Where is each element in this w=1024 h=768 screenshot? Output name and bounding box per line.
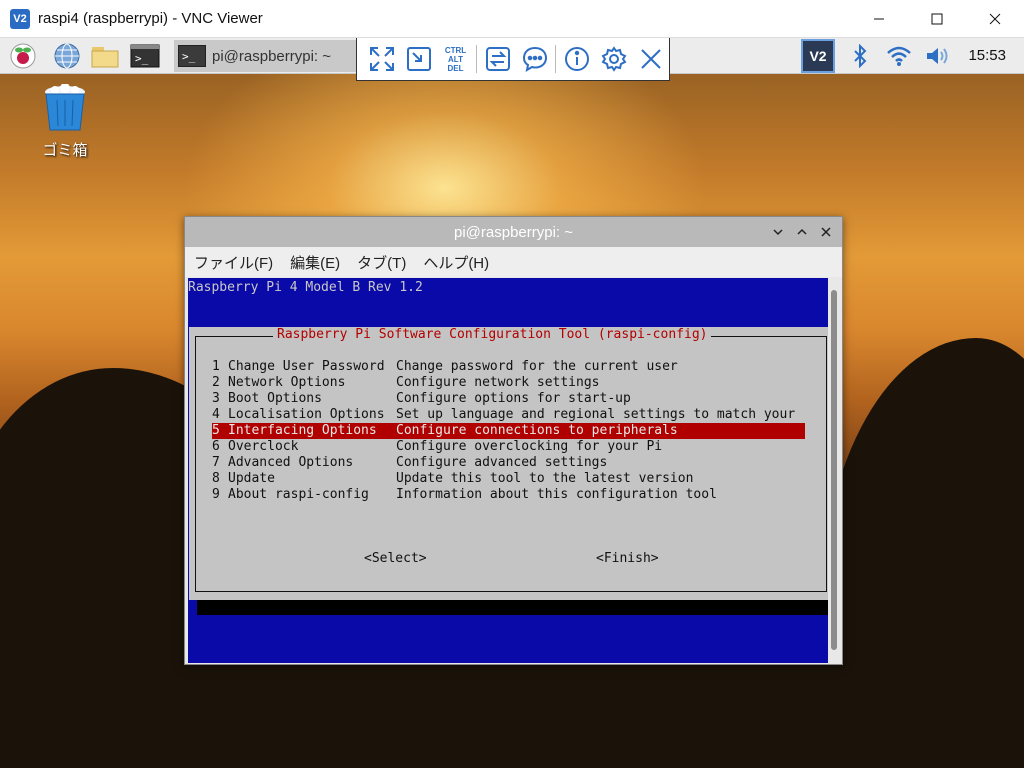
menu-item-4[interactable]: 4 Localisation Options Set up language and… [212, 407, 805, 423]
menu-item-description: Configure connections to peripherals [396, 423, 678, 438]
trash-label: ゴミ箱 [42, 142, 88, 159]
close-toolbar-icon[interactable] [632, 41, 669, 78]
terminal-titlebar[interactable]: pi@raspberrypi: ~ [185, 217, 842, 247]
menu-item-9[interactable]: 9 About raspi-config Information about thi… [212, 487, 805, 503]
menu-help[interactable]: ヘルプ(H) [423, 252, 489, 273]
system-model-line: Raspberry Pi 4 Model B Rev 1.2 [188, 280, 423, 295]
menu-tabs[interactable]: タブ(T) [357, 252, 406, 273]
menu-item-description: Change password for the current user [396, 359, 678, 374]
menu-item-name: Boot Options [228, 391, 322, 406]
menu-item-description: Information about this configuration too… [396, 487, 717, 502]
taskbar-clock: 15:53 [968, 47, 1006, 64]
terminal-menubar: ファイル(F) 編集(E) タブ(T) ヘルプ(H) [185, 247, 842, 277]
menu-item-number: 9 [212, 487, 220, 502]
menu-item-description: Configure overclocking for your Pi [396, 439, 663, 454]
maximize-icon[interactable] [908, 0, 966, 38]
menu-item-number: 7 [212, 455, 220, 470]
terminal-minimize-icon[interactable] [770, 224, 786, 240]
wallpaper-stupa-silhouette [40, 448, 80, 558]
wifi-icon[interactable] [884, 38, 914, 74]
terminal-icon[interactable]: >_ [130, 41, 160, 71]
terminal-screen[interactable]: Raspberry Pi 4 Model B Rev 1.2 Raspberry… [188, 278, 830, 663]
select-button[interactable]: <Select> [364, 551, 427, 566]
menu-item-name: Change User Password [228, 359, 385, 374]
minimize-icon[interactable] [850, 0, 908, 38]
task-label: pi@raspberrypi: ~ [212, 47, 332, 65]
scale-icon[interactable] [400, 41, 437, 78]
menu-item-7[interactable]: 7 Advanced Options Configure advanced sett… [212, 455, 805, 471]
menu-item-description: Set up language and regional settings to… [396, 407, 796, 422]
vnc-viewer-app-icon: V2 [10, 8, 30, 29]
alt-label: ALT [448, 54, 463, 64]
menu-item-name: About raspi-config [228, 487, 369, 502]
menu-item-name: Localisation Options [228, 407, 385, 422]
dialog-title: Raspberry Pi Software Configuration Tool… [273, 327, 712, 342]
desktop-trash[interactable]: ゴミ箱 [30, 83, 100, 160]
menu-file[interactable]: ファイル(F) [194, 252, 273, 273]
vnc-server-icon[interactable]: V2 [800, 38, 836, 74]
menu-item-number: 5 [212, 423, 220, 438]
window-title: raspi4 (raspberrypi) - VNC Viewer [38, 10, 263, 27]
settings-icon[interactable] [595, 41, 632, 78]
window-controls [850, 0, 1024, 38]
vnc-viewer-titlebar: V2 raspi4 (raspberrypi) - VNC Viewer [0, 0, 1024, 38]
menu-item-number: 1 [212, 359, 220, 374]
menu-item-number: 8 [212, 471, 220, 486]
vnc-toolbar: CTRL ALT DEL [356, 38, 670, 81]
menu-item-1[interactable]: 1 Change User Password Change password for… [212, 359, 805, 375]
file-manager-icon[interactable] [90, 41, 120, 71]
chat-icon[interactable] [516, 41, 553, 78]
trash-icon [45, 83, 85, 131]
terminal-maximize-icon[interactable] [794, 224, 810, 240]
menu-item-number: 6 [212, 439, 220, 454]
raspberry-menu-icon[interactable] [8, 41, 38, 71]
menu-item-number: 4 [212, 407, 220, 422]
terminal-window: pi@raspberrypi: ~ ファイル(F) 編集(E) タブ(T) ヘル… [184, 216, 843, 665]
menu-item-description: Configure advanced settings [396, 455, 608, 470]
terminal-close-icon[interactable] [818, 224, 834, 240]
menu-item-number: 3 [212, 391, 220, 406]
menu-edit[interactable]: 編集(E) [290, 252, 340, 273]
menu-item-3[interactable]: 3 Boot Options Configure options for start… [212, 391, 805, 407]
raspi-config-dialog: Raspberry Pi Software Configuration Tool… [189, 327, 829, 600]
terminal-scrollbar[interactable] [828, 278, 840, 663]
menu-item-8[interactable]: 8 Update Update this tool to the latest ve… [212, 471, 805, 487]
dialog-shadow [197, 600, 829, 615]
ctrl-alt-del-icon[interactable]: CTRL ALT DEL [437, 41, 474, 78]
wallpaper-temple-silhouette [916, 368, 972, 608]
finish-button[interactable]: <Finish> [596, 551, 659, 566]
menu-item-name: Interfacing Options [228, 423, 377, 438]
info-icon[interactable] [558, 41, 595, 78]
bluetooth-icon[interactable] [848, 38, 872, 74]
taskbar-task-terminal[interactable]: >_ pi@raspberrypi: ~ [174, 40, 356, 72]
fullscreen-icon[interactable] [363, 41, 400, 78]
menu-item-name: Advanced Options [228, 455, 354, 470]
toolbar-separator [555, 45, 556, 73]
menu-item-description: Update this tool to the latest version [396, 471, 694, 486]
volume-icon[interactable] [922, 38, 952, 74]
menu-item-6[interactable]: 6 Overclock Configure overclocking for you… [212, 439, 805, 455]
del-label: DEL [447, 63, 464, 73]
scrollbar-thumb[interactable] [831, 290, 837, 650]
web-browser-icon[interactable] [52, 41, 82, 71]
toolbar-separator [476, 45, 477, 73]
task-terminal-icon: >_ [178, 45, 206, 67]
close-icon[interactable] [966, 0, 1024, 38]
menu-item-description: Configure options for start-up [396, 391, 631, 406]
menu-item-2[interactable]: 2 Network Options Configure network settin… [212, 375, 805, 391]
menu-item-5[interactable]: 5 Interfacing Options Configure connection… [212, 423, 805, 439]
terminal-title: pi@raspberrypi: ~ [453, 223, 574, 241]
svg-text:>_: >_ [135, 52, 149, 65]
vnc-server-icon-glyph: V2 [801, 39, 835, 73]
wallpaper-ground [0, 658, 1024, 768]
menu-item-name: Update [228, 471, 275, 486]
menu-item-description: Configure network settings [396, 375, 600, 390]
menu-item-name: Overclock [228, 439, 299, 454]
menu-item-name: Network Options [228, 375, 346, 390]
ctrl-label: CTRL [444, 45, 467, 55]
menu-item-number: 2 [212, 375, 220, 390]
transfer-files-icon[interactable] [479, 41, 516, 78]
